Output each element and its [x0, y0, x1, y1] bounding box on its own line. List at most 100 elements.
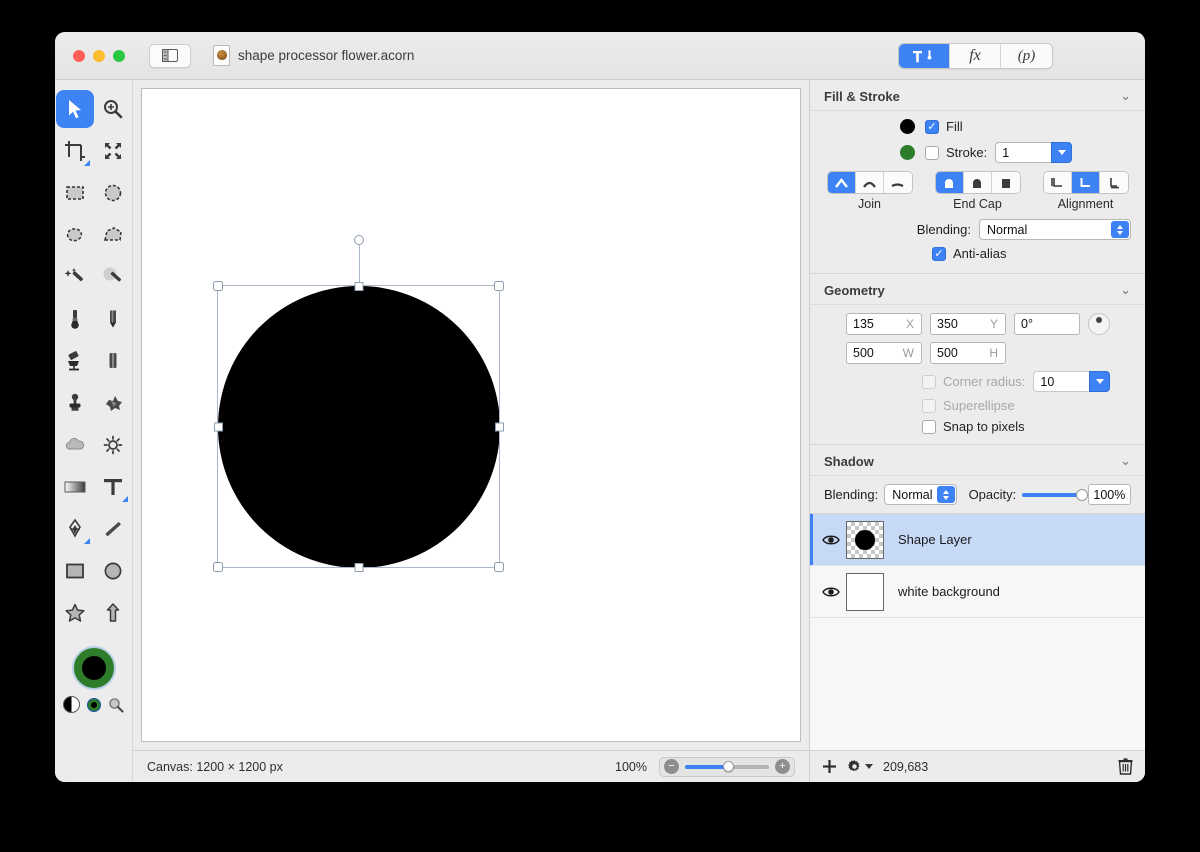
y-field[interactable]: 350 Y — [930, 313, 1006, 335]
layer-visibility-toggle[interactable] — [820, 586, 842, 598]
chevron-down-icon[interactable]: ⌄ — [1120, 88, 1131, 104]
corner-radius-stepper[interactable]: 10 — [1033, 371, 1111, 392]
snap-to-pixels-checkbox[interactable] — [922, 419, 936, 434]
zoom-slider-control[interactable]: − + — [659, 756, 795, 777]
fill-stroke-color-well[interactable] — [71, 646, 116, 690]
rotation-field[interactable]: 0° — [1014, 313, 1080, 335]
magnifier-icon[interactable] — [108, 697, 124, 713]
layer-visibility-toggle[interactable] — [820, 534, 842, 546]
paint-bucket-tool[interactable] — [56, 342, 94, 380]
layer-row-background[interactable]: white background — [810, 566, 1145, 618]
rectangular-select-tool[interactable] — [56, 174, 94, 212]
smudge-tool[interactable] — [94, 384, 132, 422]
chevron-down-icon[interactable]: ⌄ — [1120, 453, 1131, 469]
handle-bottom-right[interactable] — [494, 562, 504, 572]
layer-thumbnail[interactable] — [846, 520, 884, 559]
crop-tool[interactable] — [56, 132, 94, 170]
polygon-lasso-tool[interactable] — [94, 216, 132, 254]
elliptical-select-tool[interactable] — [94, 174, 132, 212]
width-field[interactable]: 500 W — [846, 342, 922, 364]
pencil-tool[interactable] — [94, 300, 132, 338]
endcap-round-option[interactable] — [963, 172, 992, 193]
height-field[interactable]: 500 H — [930, 342, 1006, 364]
clone-stamp-tool[interactable] — [56, 384, 94, 422]
handle-middle-right[interactable] — [494, 422, 504, 431]
chevron-down-icon[interactable]: ⌄ — [1120, 282, 1131, 298]
star-tool[interactable] — [56, 594, 94, 632]
endcap-butt-option[interactable] — [935, 172, 964, 193]
shadow-opacity-field[interactable]: 100% — [1087, 484, 1131, 505]
handle-top-right[interactable] — [494, 281, 504, 291]
layer-row-shape[interactable]: Shape Layer — [810, 514, 1145, 566]
opacity-slider-knob[interactable] — [1075, 488, 1088, 501]
tab-tools[interactable] — [899, 44, 950, 68]
layer-name[interactable]: white background — [898, 584, 1000, 599]
zoom-out-icon[interactable]: − — [664, 759, 679, 774]
geometry-header[interactable]: Geometry ⌄ — [810, 274, 1145, 305]
anti-alias-checkbox[interactable] — [932, 246, 946, 261]
lasso-tool[interactable] — [56, 216, 94, 254]
shadow-blending-popup[interactable]: Normal — [884, 484, 957, 505]
align-outside-option[interactable] — [1099, 172, 1128, 193]
swap-colors-icon[interactable] — [87, 697, 101, 712]
plus-icon[interactable] — [822, 759, 837, 774]
stroke-width-stepper[interactable]: 1 — [995, 142, 1073, 163]
instant-alpha-tool[interactable] — [94, 258, 132, 296]
blur-tool[interactable] — [56, 426, 94, 464]
join-round-option[interactable] — [855, 172, 884, 193]
endcap-square-option[interactable] — [991, 172, 1020, 193]
brush-tool[interactable] — [56, 300, 94, 338]
stroke-width-dropdown-icon[interactable] — [1051, 142, 1073, 163]
x-field[interactable]: 135 X — [846, 313, 922, 335]
fill-stroke-header[interactable]: Fill & Stroke ⌄ — [810, 80, 1145, 111]
zoom-slider-knob[interactable] — [723, 761, 735, 772]
rotation-knob-widget[interactable] — [1088, 313, 1110, 335]
gradient-tool[interactable] — [56, 468, 94, 506]
corner-radius-value[interactable]: 10 — [1033, 371, 1090, 392]
pen-tool[interactable] — [56, 510, 94, 548]
handle-bottom-center[interactable] — [354, 562, 363, 572]
magic-wand-tool[interactable] — [56, 258, 94, 296]
arrow-tool[interactable] — [94, 594, 132, 632]
eraser-tool[interactable] — [94, 342, 132, 380]
handle-middle-left[interactable] — [213, 422, 223, 431]
dodge-burn-tool[interactable] — [94, 426, 132, 464]
zoom-in-icon[interactable]: + — [775, 759, 790, 774]
fill-color-swatch[interactable] — [900, 119, 915, 134]
shadow-opacity-slider[interactable] — [1022, 488, 1088, 501]
document-title-area[interactable]: shape processor flower.acorn — [213, 45, 414, 66]
zoom-slider-track[interactable] — [685, 761, 769, 772]
line-tool[interactable] — [94, 510, 132, 548]
superellipse-checkbox[interactable] — [922, 398, 936, 413]
tab-effects[interactable]: fx — [950, 44, 1001, 68]
shadow-header[interactable]: Shadow ⌄ — [810, 445, 1145, 476]
move-tool[interactable] — [55, 90, 94, 128]
tab-presets[interactable]: (p) — [1001, 44, 1052, 68]
blending-popup[interactable]: Normal — [979, 219, 1131, 240]
rotation-handle[interactable] — [353, 235, 364, 245]
transform-tool[interactable] — [94, 132, 132, 170]
align-center-option[interactable] — [1071, 172, 1100, 193]
join-bevel-option[interactable] — [883, 172, 912, 193]
zoom-button[interactable] — [113, 49, 125, 62]
black-white-reset-icon[interactable] — [63, 696, 80, 713]
fill-checkbox[interactable] — [925, 119, 939, 134]
text-tool[interactable] — [94, 468, 132, 506]
layer-name[interactable]: Shape Layer — [898, 532, 972, 547]
layer-options-menu[interactable] — [847, 759, 873, 774]
join-miter-option[interactable] — [827, 172, 856, 193]
handle-top-left[interactable] — [213, 281, 223, 291]
close-button[interactable] — [73, 49, 85, 62]
sidebar-toggle-button[interactable] — [149, 43, 191, 68]
minimize-button[interactable] — [93, 49, 105, 62]
document-canvas[interactable] — [141, 88, 801, 742]
zoom-tool[interactable] — [94, 90, 132, 128]
ellipse-tool[interactable] — [94, 552, 132, 590]
handle-top-center[interactable] — [354, 281, 363, 291]
handle-bottom-left[interactable] — [213, 562, 223, 572]
corner-radius-dropdown-icon[interactable] — [1089, 371, 1111, 392]
align-inside-option[interactable] — [1043, 172, 1072, 193]
stroke-width-value[interactable]: 1 — [995, 142, 1052, 163]
trash-icon[interactable] — [1118, 758, 1133, 775]
stroke-color-swatch[interactable] — [900, 145, 915, 160]
